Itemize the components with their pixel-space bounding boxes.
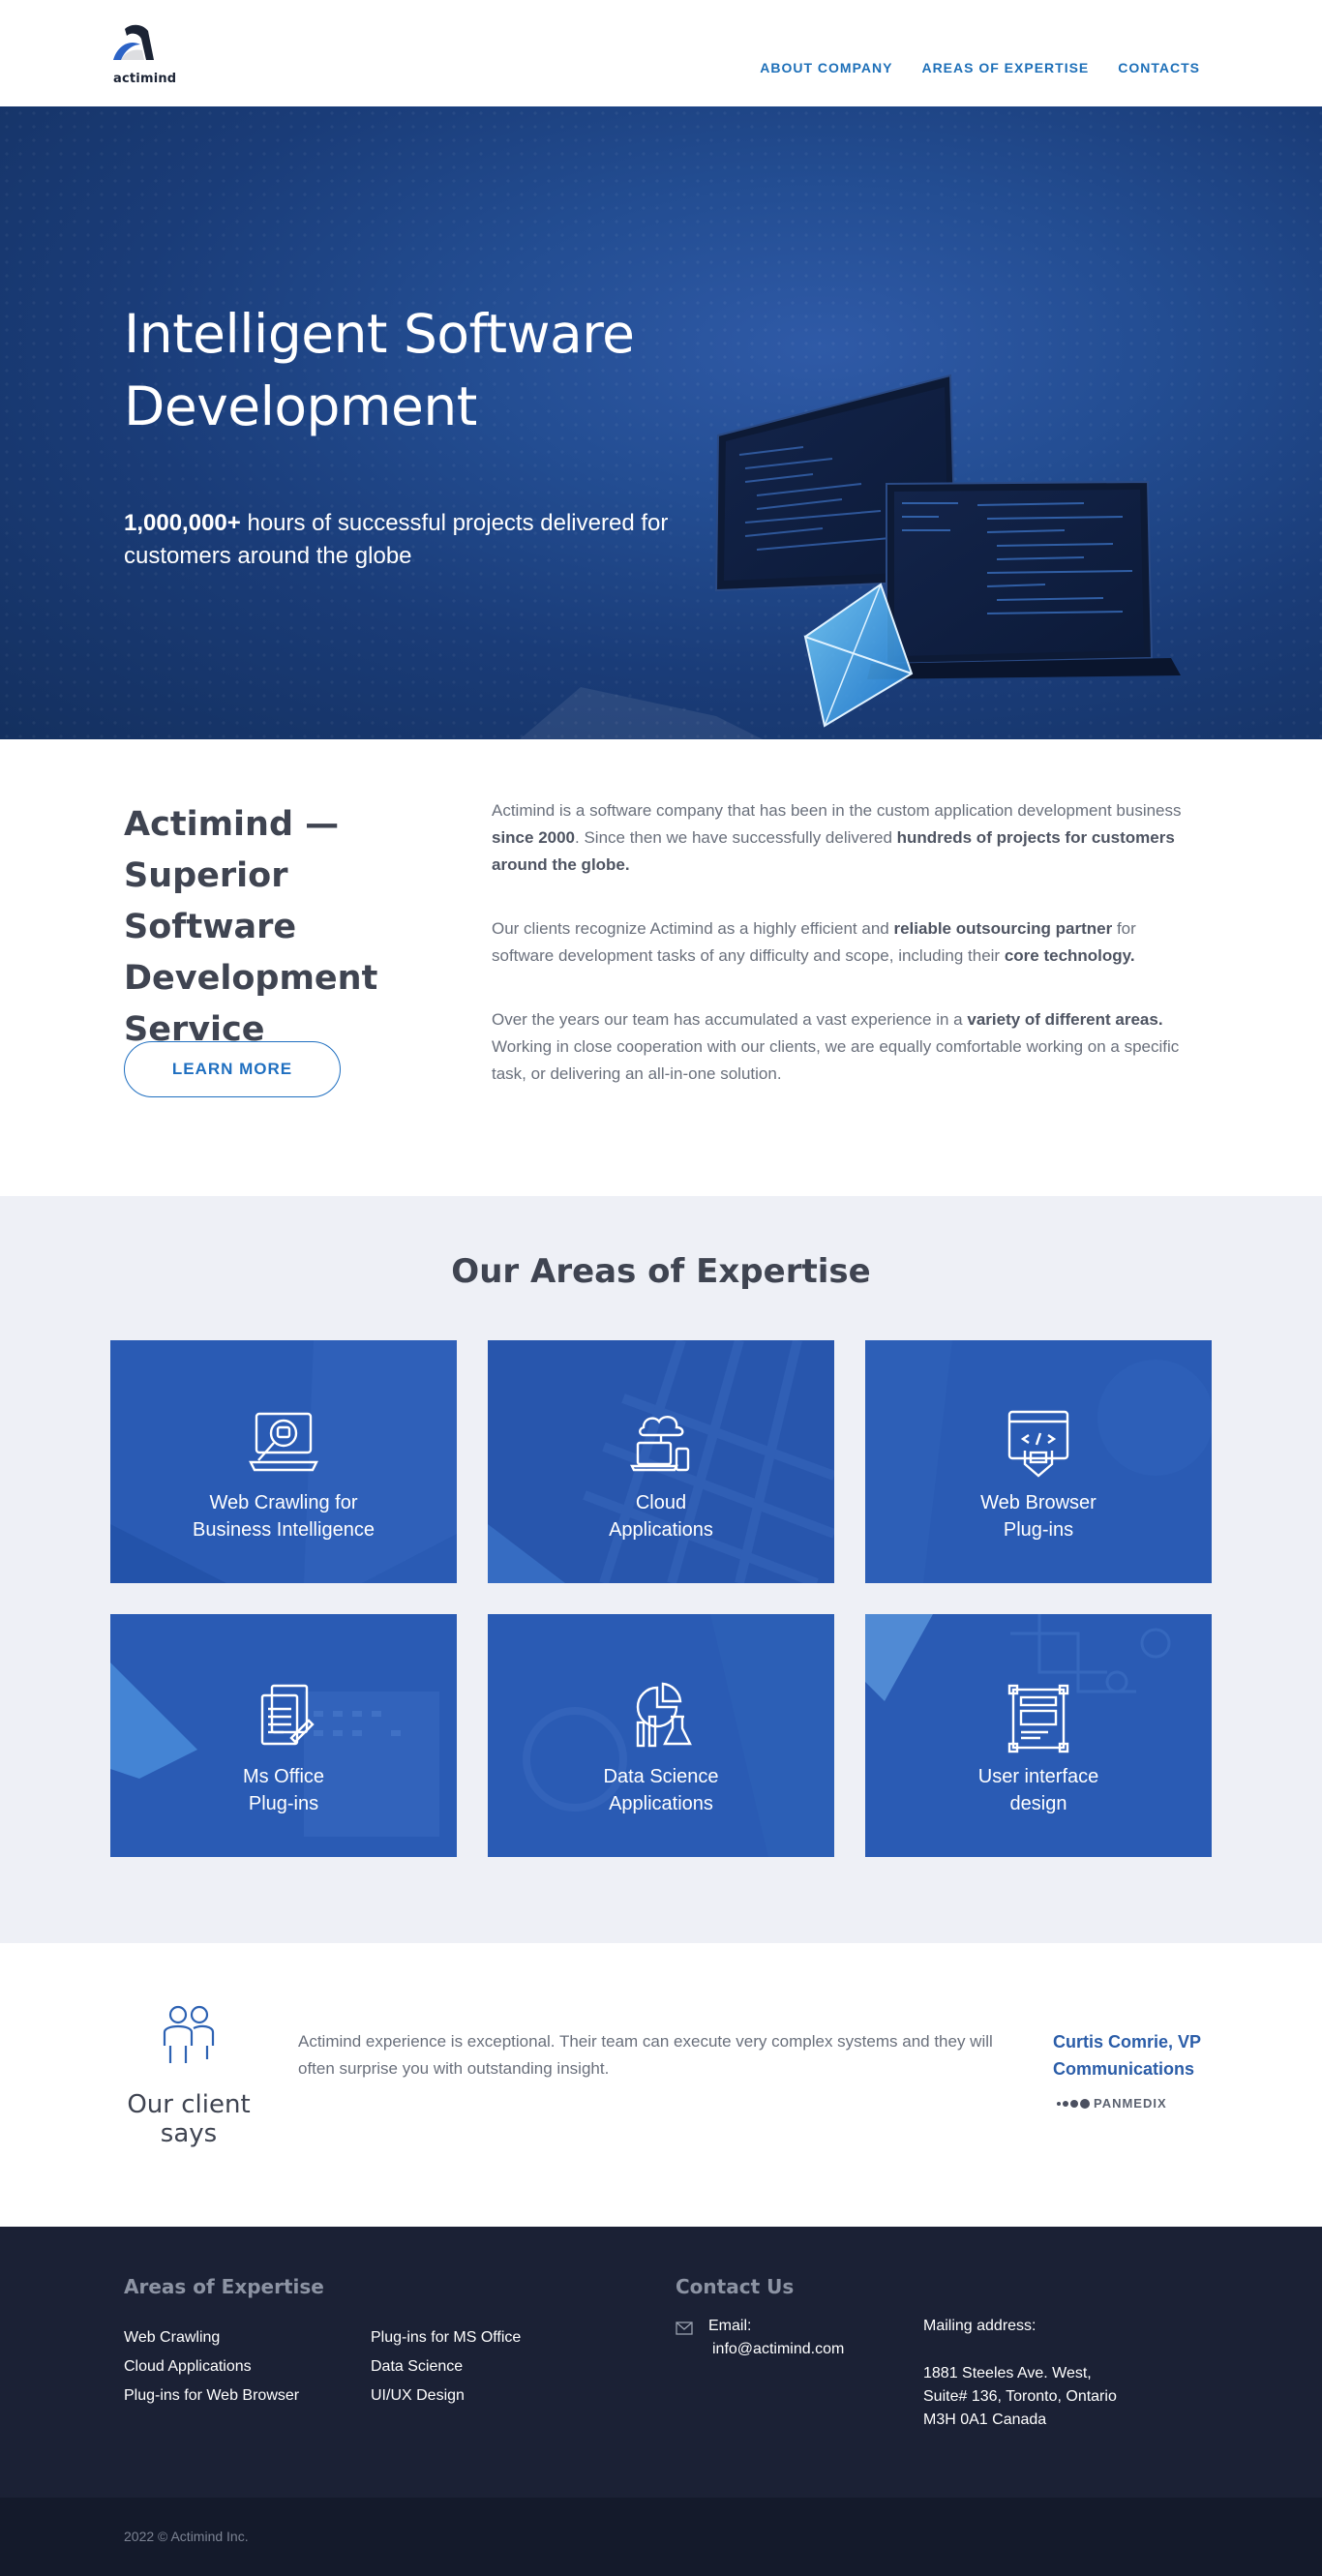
nav-contacts[interactable]: CONTACTS <box>1118 60 1200 75</box>
card-label: Web Browser Plug-ins <box>865 1489 1212 1543</box>
email-link[interactable]: info@actimind.com <box>712 2341 844 2358</box>
expertise-card-ui-design[interactable]: User interface design <box>865 1614 1212 1857</box>
testimonial-label: Our client says <box>127 2090 251 2148</box>
panmedix-dots-icon <box>1057 2098 1090 2109</box>
footer-contact-heading: Contact Us <box>676 2275 795 2298</box>
text-span: . Since then we have successfully delive… <box>575 828 897 847</box>
main-nav: ABOUT COMPANY AREAS OF EXPERTISE CONTACT… <box>760 60 1200 75</box>
about-paragraph-2: Our clients recognize Actimind as a high… <box>492 915 1198 970</box>
testimonial-section: Our client says Actimind experience is e… <box>0 1943 1322 2227</box>
text-span: Actimind is a software company that has … <box>492 801 1182 820</box>
about-section: Actimind — Superior Software Development… <box>0 739 1322 1196</box>
footer-link[interactable]: Web Crawling <box>124 2323 299 2352</box>
card-label-line: Web Browser <box>980 1492 1097 1513</box>
address-line: Suite# 136, Toronto, Ontario <box>923 2388 1117 2405</box>
footer-areas-heading: Areas of Expertise <box>124 2275 324 2298</box>
company-name: PANMEDIX <box>1094 2096 1167 2111</box>
text-span: Our clients recognize Actimind as a high… <box>492 919 894 938</box>
about-paragraph-3: Over the years our team has accumulated … <box>492 1006 1198 1088</box>
card-label-line: User interface <box>977 1766 1099 1787</box>
hero-devices-illustration <box>714 374 1181 728</box>
card-label-line: Ms Office <box>242 1766 325 1787</box>
nav-about-company[interactable]: ABOUT COMPANY <box>760 60 892 75</box>
nav-areas-of-expertise[interactable]: AREAS OF EXPERTISE <box>921 60 1089 75</box>
card-label-line: design <box>1009 1793 1067 1814</box>
card-label-line: Applications <box>609 1793 713 1814</box>
expertise-card-browser-plugins[interactable]: Web Browser Plug-ins <box>865 1340 1212 1583</box>
text-span: Working in close cooperation with our cl… <box>492 1037 1180 1083</box>
text-bold: since 2000 <box>492 828 576 847</box>
card-label: User interface design <box>865 1763 1212 1817</box>
card-label-line: Web Crawling for <box>209 1492 358 1513</box>
cloud-icon <box>630 1416 690 1472</box>
ui-design-icon <box>1007 1684 1069 1753</box>
mailing-address-label: Mailing address: <box>923 2318 1037 2334</box>
card-label: Ms Office Plug-ins <box>110 1763 457 1817</box>
expertise-section: Our Areas of Expertise Web Crawling for … <box>0 1196 1322 1943</box>
hero-section: Intelligent Software Development 1,000,0… <box>0 106 1322 739</box>
data-science-icon <box>636 1682 692 1748</box>
address-line: M3H 0A1 Canada <box>923 2411 1047 2428</box>
card-label: Data Science Applications <box>488 1763 834 1817</box>
copyright: 2022 © Actimind Inc. <box>124 2529 249 2544</box>
testimonial-author: Curtis Comrie, VP Communications <box>1053 2032 1201 2079</box>
logo-icon <box>113 24 154 60</box>
about-title: Actimind — Superior Software Development… <box>124 805 378 1049</box>
hero-subtitle: 1,000,000+ hours of successful projects … <box>124 507 685 573</box>
text-bold: variety of different areas. <box>967 1010 1163 1029</box>
mailing-address: 1881 Steeles Ave. West, Suite# 136, Toro… <box>923 2362 1117 2432</box>
expertise-card-data-science[interactable]: Data Science Applications <box>488 1614 834 1857</box>
text-bold: core technology. <box>1004 946 1135 965</box>
laptop-icon <box>867 480 1181 679</box>
card-label-line: Plug-ins <box>248 1793 319 1814</box>
card-label: Web Crawling for Business Intelligence <box>110 1489 457 1543</box>
site-header: actimind ABOUT COMPANY AREAS OF EXPERTIS… <box>0 0 1322 106</box>
card-label-line: Plug-ins <box>1003 1519 1074 1541</box>
logo-text: actimind <box>113 72 177 86</box>
expertise-card-cloud[interactable]: Cloud Applications <box>488 1340 834 1583</box>
people-icon <box>163 2005 215 2063</box>
documents-icon <box>260 1684 315 1746</box>
expertise-title: Our Areas of Expertise <box>451 1252 871 1291</box>
text-bold: reliable outsourcing partner <box>893 919 1113 938</box>
card-label-line: Data Science <box>603 1766 719 1787</box>
browser-code-icon <box>1007 1410 1069 1478</box>
footer-bottom-bar: 2022 © Actimind Inc. <box>0 2498 1322 2576</box>
card-label-line: Applications <box>609 1519 713 1541</box>
company-logo: PANMEDIX <box>1057 2096 1167 2111</box>
address-line: 1881 Steeles Ave. West, <box>923 2365 1092 2381</box>
footer-link[interactable]: Plug-ins for Web Browser <box>124 2381 299 2411</box>
email-label: Email: <box>708 2318 752 2334</box>
footer-link[interactable]: Plug-ins for MS Office <box>371 2323 521 2352</box>
text-span: Over the years our team has accumulated … <box>492 1010 968 1029</box>
about-paragraph-1: Actimind is a software company that has … <box>492 797 1198 879</box>
card-label-line: Business Intelligence <box>193 1519 375 1541</box>
testimonial-quote: Actimind experience is exceptional. Thei… <box>298 2032 993 2078</box>
learn-more-button[interactable]: LEARN MORE <box>124 1041 341 1097</box>
card-label-line: Cloud <box>635 1492 687 1513</box>
site-footer: Areas of Expertise Web Crawling Cloud Ap… <box>0 2227 1322 2498</box>
logo[interactable]: actimind <box>111 21 176 89</box>
expertise-card-ms-office[interactable]: Ms Office Plug-ins <box>110 1614 457 1857</box>
web-crawling-icon <box>249 1412 318 1472</box>
hero-subtitle-highlight: 1,000,000+ <box>124 510 241 536</box>
hero-title: Intelligent Software Development <box>124 303 635 437</box>
footer-link[interactable]: Data Science <box>371 2352 521 2381</box>
footer-link[interactable]: Cloud Applications <box>124 2352 299 2381</box>
envelope-icon <box>676 2321 693 2335</box>
footer-areas-list-2: Plug-ins for MS Office Data Science UI/U… <box>371 2323 521 2411</box>
expertise-card-web-crawling[interactable]: Web Crawling for Business Intelligence <box>110 1340 457 1583</box>
footer-link[interactable]: UI/UX Design <box>371 2381 521 2411</box>
card-label: Cloud Applications <box>488 1489 834 1543</box>
about-text: Actimind is a software company that has … <box>492 797 1198 1124</box>
footer-areas-list-1: Web Crawling Cloud Applications Plug-ins… <box>124 2323 299 2411</box>
